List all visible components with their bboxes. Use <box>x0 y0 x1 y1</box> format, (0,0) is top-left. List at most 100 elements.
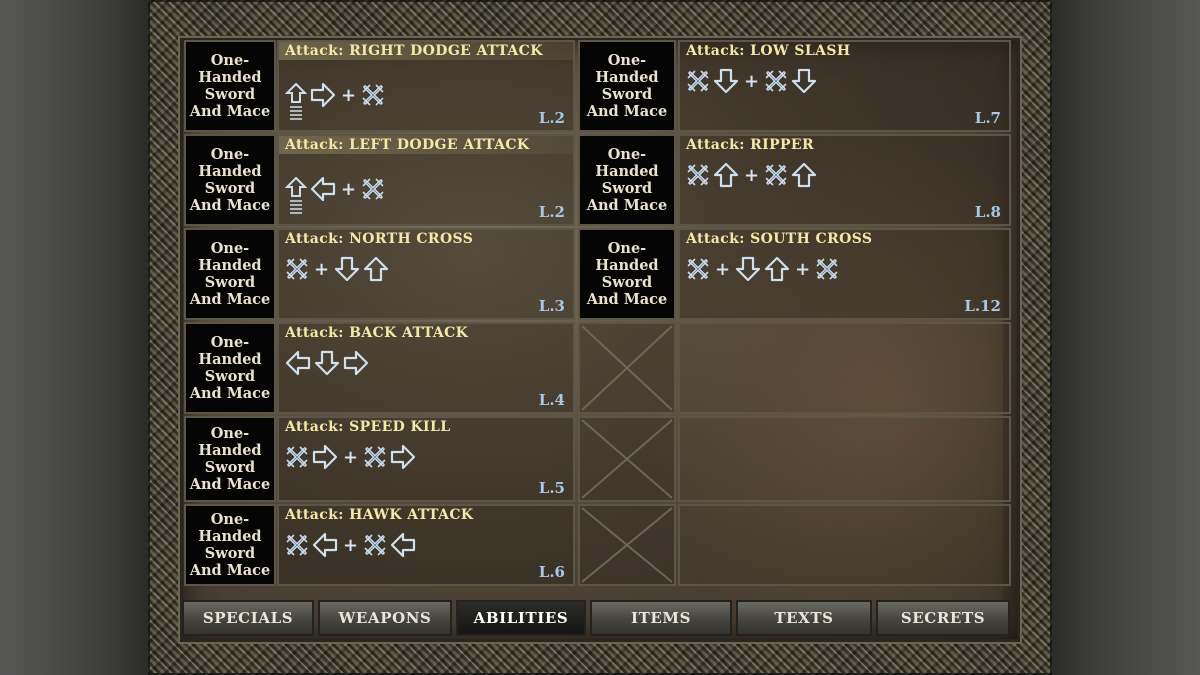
button-combo: + <box>285 532 416 558</box>
empty-ability-card <box>678 504 1011 586</box>
ability-card[interactable]: Attack: RIGHT DODGE ATTACK + L.2 <box>277 40 575 132</box>
left-backdrop <box>0 0 150 675</box>
empty-slot <box>578 504 676 586</box>
right-backdrop <box>1050 0 1200 675</box>
tab-texts[interactable]: TEXTS <box>736 600 872 636</box>
crossed-slot-icon <box>581 419 673 499</box>
weapon-label-line: And Mace <box>586 197 668 214</box>
button-combo: + <box>285 444 416 470</box>
ability-level: L.5 <box>538 479 565 497</box>
down-arrow-icon <box>713 68 739 94</box>
ability-title: Attack: NORTH CROSS <box>285 231 474 247</box>
plus-icon: + <box>715 258 731 280</box>
right-arrow-icon <box>343 350 369 376</box>
weapon-label-line: One- <box>210 511 250 528</box>
ability-title: Attack: LOW SLASH <box>686 43 851 59</box>
weapon-label-line: Sword <box>601 274 653 291</box>
weapon-label-line: One- <box>607 240 647 257</box>
sword-attack-icon <box>686 163 710 187</box>
weapon-label-line: One- <box>210 240 250 257</box>
tab-abilities[interactable]: ABILITIES <box>456 600 586 636</box>
ability-card[interactable]: Attack: LOW SLASH + L.7 <box>678 40 1011 132</box>
sword-attack-icon <box>686 69 710 93</box>
right-arrow-icon <box>310 82 336 108</box>
plus-icon: + <box>341 84 357 106</box>
weapon-label-line: Handed <box>198 442 262 459</box>
ability-title: Attack: RIGHT DODGE ATTACK <box>285 43 543 59</box>
ability-card[interactable]: Attack: RIPPER + L.8 <box>678 134 1011 226</box>
weapon-type-label: One- Handed Sword And Mace <box>184 228 276 320</box>
button-combo: + <box>686 68 817 94</box>
crossed-slot-icon <box>581 507 673 583</box>
ability-level: L.7 <box>974 109 1001 127</box>
right-arrow-icon <box>390 444 416 470</box>
plus-icon: + <box>314 258 330 280</box>
weapon-type-label: One- Handed Sword And Mace <box>184 40 276 132</box>
empty-slot <box>578 322 676 414</box>
tab-weapons[interactable]: WEAPONS <box>318 600 452 636</box>
button-combo: + <box>285 162 385 216</box>
sword-attack-icon <box>764 69 788 93</box>
weapon-type-label: One- Handed Sword And Mace <box>184 504 276 586</box>
weapon-label-line: Handed <box>595 69 659 86</box>
weapon-label-line: One- <box>210 425 250 442</box>
weapon-type-label: One- Handed Sword And Mace <box>578 40 676 132</box>
left-arrow-icon <box>390 532 416 558</box>
plus-icon: + <box>343 446 359 468</box>
ability-level: L.8 <box>974 203 1001 221</box>
weapon-label-line: And Mace <box>189 476 271 493</box>
weapon-label-line: Sword <box>601 180 653 197</box>
ability-level: L.12 <box>964 297 1001 315</box>
ability-title: Attack: RIPPER <box>686 137 815 153</box>
empty-ability-card <box>678 416 1011 502</box>
sword-attack-icon <box>686 257 710 281</box>
down-arrow-icon <box>791 68 817 94</box>
sword-attack-icon <box>285 533 309 557</box>
ability-card[interactable]: Attack: LEFT DODGE ATTACK + L.2 <box>277 134 575 226</box>
weapon-label-line: Sword <box>601 86 653 103</box>
weapon-label-line: Sword <box>204 459 256 476</box>
tab-secrets[interactable]: SECRETS <box>876 600 1010 636</box>
dodge-up-icon <box>285 176 307 216</box>
plus-icon: + <box>795 258 811 280</box>
weapon-label-line: Sword <box>204 274 256 291</box>
weapon-label-line: And Mace <box>189 103 271 120</box>
ability-card[interactable]: Attack: SOUTH CROSS + + L.12 <box>678 228 1011 320</box>
left-arrow-icon <box>312 532 338 558</box>
weapon-label-line: One- <box>210 334 250 351</box>
weapon-label-line: And Mace <box>189 291 271 308</box>
button-combo: + + <box>686 256 839 282</box>
weapon-label-line: Handed <box>198 163 262 180</box>
ability-level: L.2 <box>538 203 565 221</box>
ability-title: Attack: LEFT DODGE ATTACK <box>285 137 530 153</box>
button-combo: + <box>285 256 389 282</box>
weapon-label-line: And Mace <box>189 385 271 402</box>
weapon-label-line: Handed <box>595 163 659 180</box>
tab-items[interactable]: ITEMS <box>590 600 732 636</box>
ability-card[interactable]: Attack: SPEED KILL + L.5 <box>277 416 575 502</box>
weapon-label-line: Handed <box>198 528 262 545</box>
tab-specials[interactable]: SPECIALS <box>182 600 314 636</box>
button-combo <box>285 350 369 376</box>
plus-icon: + <box>343 534 359 556</box>
ability-card[interactable]: Attack: HAWK ATTACK + L.6 <box>277 504 575 586</box>
sword-attack-icon <box>815 257 839 281</box>
ability-title: Attack: HAWK ATTACK <box>285 507 474 523</box>
sword-attack-icon <box>363 533 387 557</box>
weapon-label-line: Handed <box>198 69 262 86</box>
weapon-type-label: One- Handed Sword And Mace <box>184 416 276 502</box>
weapon-label-line: One- <box>607 52 647 69</box>
plus-icon: + <box>744 164 760 186</box>
up-arrow-icon <box>363 256 389 282</box>
empty-ability-card <box>678 322 1011 414</box>
button-combo: + <box>686 162 817 188</box>
tab-bar: SPECIALS WEAPONS ABILITIES ITEMS TEXTS SECRET… <box>180 600 1014 638</box>
weapon-label-line: And Mace <box>586 291 668 308</box>
ability-card[interactable]: Attack: NORTH CROSS + L.3 <box>277 228 575 320</box>
ability-card[interactable]: Attack: BACK ATTACK L.4 <box>277 322 575 414</box>
button-combo: + <box>285 68 385 122</box>
weapon-label-line: Sword <box>204 545 256 562</box>
sword-attack-icon <box>764 163 788 187</box>
ability-title: Attack: SPEED KILL <box>285 419 451 435</box>
ability-title: Attack: BACK ATTACK <box>285 325 469 341</box>
